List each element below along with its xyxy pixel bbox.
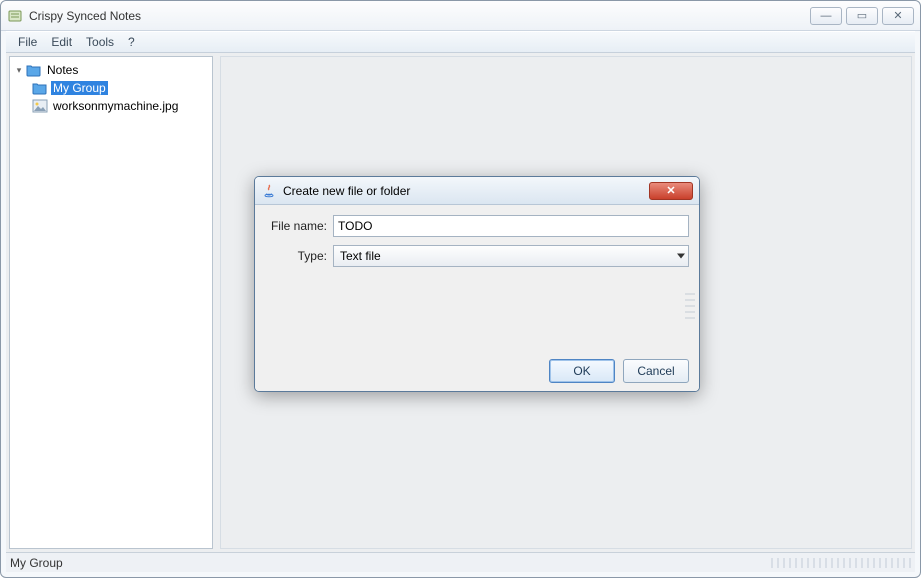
window-controls: — ▭ ✕ (806, 7, 914, 25)
tree-panel[interactable]: ▾ Notes My Group worksonmym (9, 56, 213, 549)
status-grip-icon (771, 558, 911, 568)
tree-node-label: My Group (51, 81, 108, 95)
window-close-button[interactable]: ✕ (882, 7, 914, 25)
expander-icon[interactable]: ▾ (14, 65, 24, 75)
menu-file[interactable]: File (12, 33, 43, 51)
titlebar[interactable]: Crispy Synced Notes — ▭ ✕ (1, 1, 920, 31)
type-label: Type: (265, 249, 327, 263)
main-window: Crispy Synced Notes — ▭ ✕ File Edit Tool… (0, 0, 921, 578)
tree-root-node[interactable]: ▾ Notes (12, 61, 210, 79)
filename-label: File name: (265, 219, 327, 233)
dialog-titlebar[interactable]: Create new file or folder ✕ (255, 177, 699, 205)
menu-tools[interactable]: Tools (80, 33, 120, 51)
body-area: ▾ Notes My Group worksonmym (6, 53, 915, 552)
image-file-icon (32, 99, 48, 113)
folder-icon (32, 81, 48, 95)
tree-child-node[interactable]: My Group (12, 79, 210, 97)
status-text: My Group (10, 556, 63, 570)
statusbar: My Group (6, 552, 915, 572)
menu-edit[interactable]: Edit (45, 33, 78, 51)
menu-help[interactable]: ? (122, 33, 141, 51)
type-select-value: Text file (340, 249, 381, 263)
java-icon (261, 183, 277, 199)
tree: ▾ Notes My Group worksonmym (10, 57, 212, 119)
filename-input[interactable] (333, 215, 689, 237)
app-icon (7, 8, 23, 24)
tree-node-label: worksonmymachine.jpg (51, 99, 180, 113)
close-icon: ✕ (666, 184, 675, 197)
cancel-button[interactable]: Cancel (623, 359, 689, 383)
ok-button[interactable]: OK (549, 359, 615, 383)
dialog-close-button[interactable]: ✕ (649, 182, 693, 200)
window-title: Crispy Synced Notes (29, 9, 141, 23)
chevron-down-icon (677, 254, 685, 259)
resize-grip-icon (685, 289, 695, 319)
type-select[interactable]: Text file (333, 245, 689, 267)
tree-node-label: Notes (45, 63, 80, 77)
folder-open-icon (26, 63, 42, 77)
dialog-body: File name: Type: Text file OK (255, 205, 699, 391)
menubar: File Edit Tools ? (6, 31, 915, 53)
create-file-dialog: Create new file or folder ✕ File name: T… (254, 176, 700, 392)
tree-child-node[interactable]: worksonmymachine.jpg (12, 97, 210, 115)
dialog-title: Create new file or folder (283, 184, 410, 198)
maximize-button[interactable]: ▭ (846, 7, 878, 25)
minimize-button[interactable]: — (810, 7, 842, 25)
